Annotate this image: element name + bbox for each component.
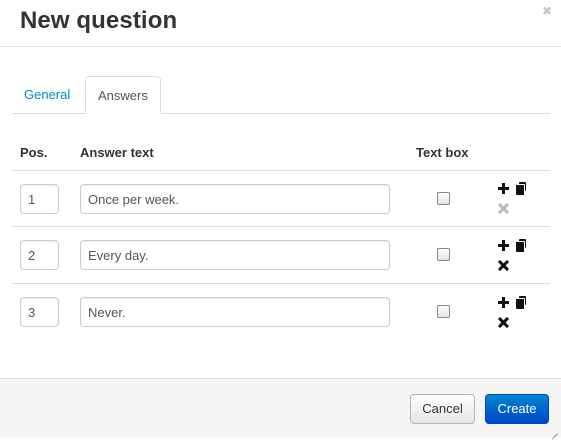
- copy-icon[interactable]: [516, 296, 527, 309]
- row-divider: [12, 170, 550, 171]
- answer-text-input[interactable]: [80, 297, 390, 327]
- position-input[interactable]: [20, 184, 59, 214]
- column-header-text-box: Text box: [416, 145, 469, 160]
- close-icon[interactable]: ✖: [542, 5, 552, 17]
- resize-grip-icon[interactable]: [550, 426, 558, 434]
- answer-text-input[interactable]: [80, 240, 390, 270]
- remove-icon[interactable]: [498, 260, 509, 271]
- create-button[interactable]: Create: [485, 394, 549, 424]
- column-header-pos: Pos.: [20, 145, 48, 160]
- new-question-dialog: New question ✖ General Answers Pos. Answ…: [0, 0, 561, 437]
- tab-answers[interactable]: Answers: [85, 76, 161, 114]
- dialog-footer: Cancel Create: [0, 378, 561, 437]
- row-divider: [12, 226, 550, 227]
- copy-icon[interactable]: [516, 239, 527, 252]
- remove-icon[interactable]: [498, 317, 509, 328]
- position-input[interactable]: [20, 297, 59, 327]
- text-box-checkbox[interactable]: [437, 248, 450, 261]
- answer-text-input[interactable]: [80, 184, 390, 214]
- cancel-button[interactable]: Cancel: [410, 394, 475, 424]
- position-input[interactable]: [20, 240, 59, 270]
- plus-icon[interactable]: [498, 297, 509, 308]
- remove-icon: [498, 203, 509, 214]
- plus-icon[interactable]: [498, 183, 509, 194]
- tab-bar: General Answers: [12, 76, 550, 114]
- dialog-title: New question: [20, 7, 178, 34]
- text-box-checkbox[interactable]: [437, 305, 450, 318]
- plus-icon[interactable]: [498, 240, 509, 251]
- text-box-checkbox[interactable]: [437, 192, 450, 205]
- column-header-answer-text: Answer text: [80, 145, 154, 160]
- tab-general[interactable]: General: [12, 76, 82, 113]
- row-divider: [12, 283, 550, 284]
- copy-icon[interactable]: [516, 182, 527, 195]
- dialog-header: New question ✖: [0, 0, 561, 47]
